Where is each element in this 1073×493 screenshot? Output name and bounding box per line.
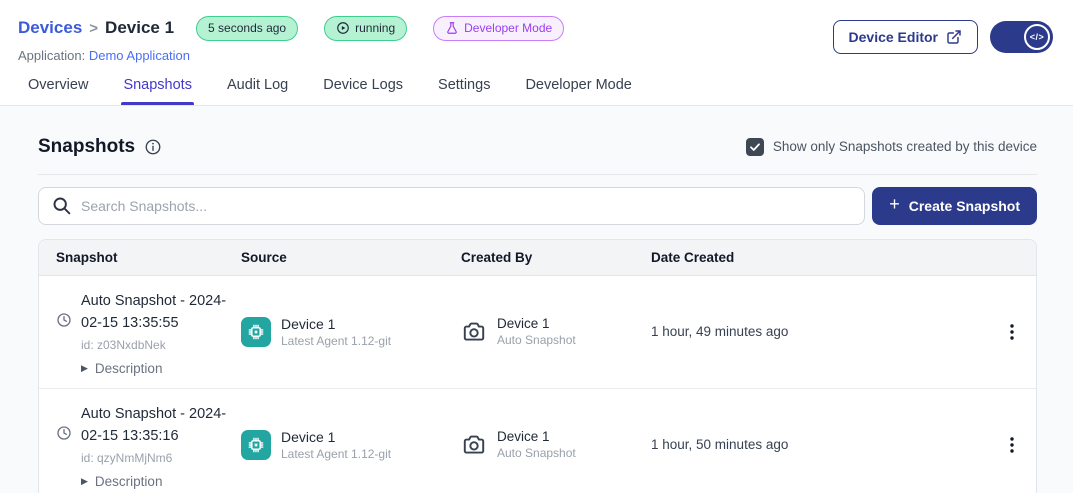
camera-icon	[461, 432, 487, 458]
created-by-sub: Auto Snapshot	[497, 446, 576, 460]
kebab-icon	[1004, 323, 1020, 341]
device-filter: Show only Snapshots created by this devi…	[746, 138, 1037, 156]
column-header-actions	[988, 240, 1036, 275]
external-link-icon	[946, 29, 962, 45]
search-icon	[51, 195, 72, 216]
snapshot-title: Auto Snapshot - 2024-02-15 13:35:55	[81, 290, 241, 335]
source-name: Device 1	[281, 429, 391, 445]
snapshot-id: id: z03NxdbNek	[81, 338, 241, 352]
row-menu-button[interactable]	[988, 276, 1036, 388]
tab-audit-log[interactable]: Audit Log	[227, 77, 288, 105]
page-title: Snapshots	[38, 136, 135, 158]
description-label: Description	[95, 361, 163, 376]
device-filter-checkbox[interactable]	[746, 138, 764, 156]
date-created: 1 hour, 50 minutes ago	[651, 437, 988, 452]
create-snapshot-label: Create Snapshot	[909, 198, 1020, 214]
snapshot-id: id: qzyNmMjNm6	[81, 451, 241, 465]
tab-developer-mode[interactable]: Developer Mode	[525, 77, 631, 105]
chip-icon	[241, 430, 271, 460]
developer-mode-badge: Developer Mode	[433, 16, 564, 41]
flask-icon	[445, 21, 459, 35]
table-header-row: Snapshot Source Created By Date Created	[39, 240, 1036, 276]
kebab-icon	[1004, 436, 1020, 454]
clock-icon	[56, 425, 72, 441]
last-seen-badge: 5 seconds ago	[196, 16, 298, 41]
camera-icon	[461, 319, 487, 345]
search-input[interactable]	[38, 187, 865, 225]
triangle-right-icon: ▶	[81, 363, 88, 374]
developer-toggle[interactable]: </>	[990, 21, 1053, 53]
column-header-date-created: Date Created	[651, 240, 988, 275]
table-row: Auto Snapshot - 2024-02-15 13:35:55 id: …	[39, 276, 1036, 389]
chip-icon	[241, 317, 271, 347]
code-icon: </>	[1024, 24, 1050, 50]
breadcrumb-devices-link[interactable]: Devices	[18, 18, 82, 38]
description-toggle[interactable]: ▶ Description	[81, 361, 241, 376]
created-by-name: Device 1	[497, 429, 576, 444]
column-header-source: Source	[241, 240, 461, 275]
description-toggle[interactable]: ▶ Description	[81, 474, 241, 489]
snapshots-table: Snapshot Source Created By Date Created …	[38, 239, 1037, 493]
tab-bar: Overview Snapshots Audit Log Device Logs…	[0, 63, 1073, 106]
application-label: Application:	[18, 48, 85, 63]
created-by-name: Device 1	[497, 316, 576, 331]
create-snapshot-button[interactable]: + Create Snapshot	[872, 187, 1037, 225]
application-link[interactable]: Demo Application	[89, 48, 190, 63]
device-editor-button[interactable]: Device Editor	[833, 20, 978, 54]
tab-settings[interactable]: Settings	[438, 77, 490, 105]
date-created: 1 hour, 49 minutes ago	[651, 324, 988, 339]
status-running-icon	[336, 21, 350, 35]
plus-icon: +	[889, 194, 900, 215]
clock-icon	[56, 312, 72, 328]
application-line: Application: Demo Application	[18, 48, 564, 63]
triangle-right-icon: ▶	[81, 476, 88, 487]
status-label: running	[355, 20, 395, 37]
device-editor-label: Device Editor	[849, 29, 938, 45]
snapshots-panel: Snapshots Show only Snapshots created by…	[0, 106, 1073, 493]
status-badge: running	[324, 16, 407, 41]
device-filter-label[interactable]: Show only Snapshots created by this devi…	[773, 139, 1037, 154]
breadcrumb-separator: >	[89, 20, 98, 37]
snapshot-title: Auto Snapshot - 2024-02-15 13:35:16	[81, 403, 241, 448]
created-by-sub: Auto Snapshot	[497, 333, 576, 347]
breadcrumb: Devices > Device 1 5 seconds ago running…	[18, 16, 564, 41]
page-header: Devices > Device 1 5 seconds ago running…	[0, 0, 1073, 63]
source-name: Device 1	[281, 316, 391, 332]
table-row: Auto Snapshot - 2024-02-15 13:35:16 id: …	[39, 389, 1036, 493]
tab-overview[interactable]: Overview	[28, 77, 88, 105]
last-seen-label: 5 seconds ago	[208, 20, 286, 37]
row-menu-button[interactable]	[988, 389, 1036, 493]
source-agent: Latest Agent 1.12-git	[281, 447, 391, 461]
description-label: Description	[95, 474, 163, 489]
check-icon	[749, 141, 761, 153]
tab-device-logs[interactable]: Device Logs	[323, 77, 403, 105]
breadcrumb-device-name: Device 1	[105, 18, 174, 38]
developer-mode-label: Developer Mode	[464, 20, 552, 37]
column-header-created-by: Created By	[461, 240, 651, 275]
source-agent: Latest Agent 1.12-git	[281, 334, 391, 348]
info-icon[interactable]	[144, 138, 162, 156]
tab-snapshots[interactable]: Snapshots	[123, 77, 192, 105]
column-header-snapshot: Snapshot	[39, 240, 241, 275]
